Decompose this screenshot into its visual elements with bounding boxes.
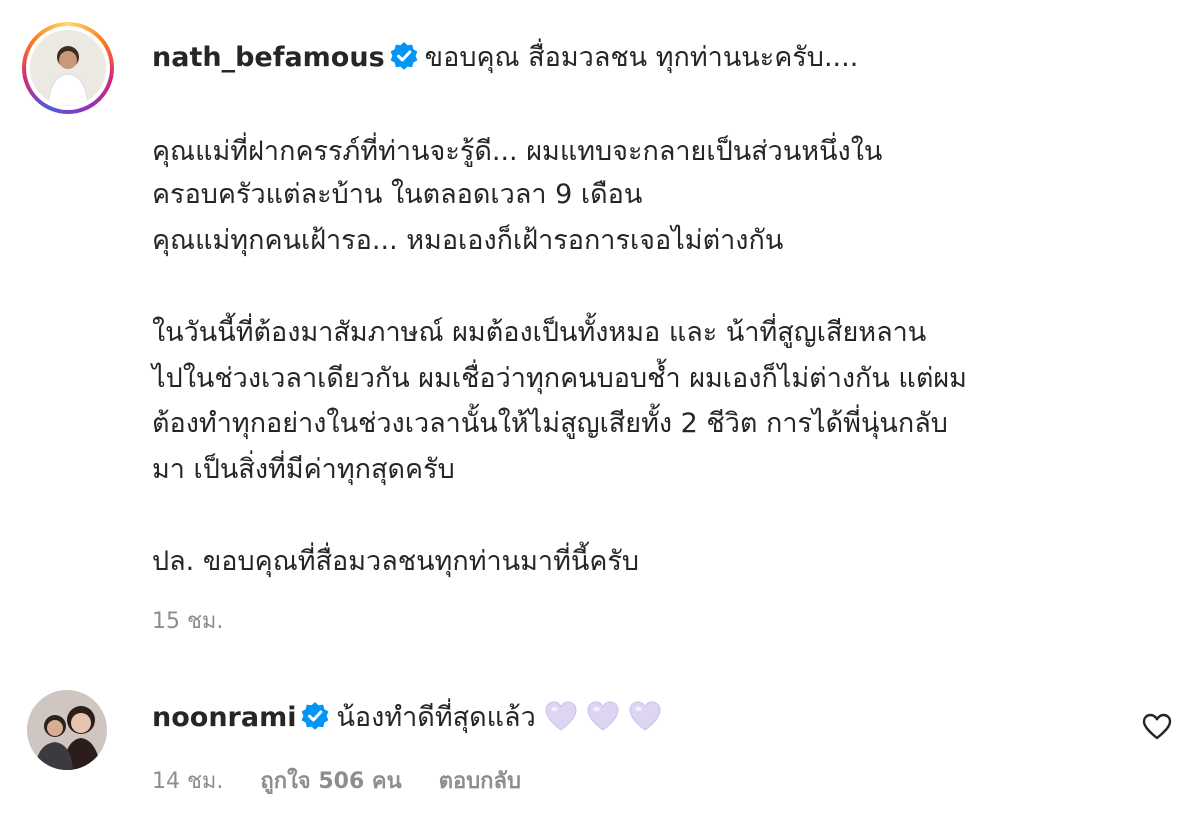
reply-timestamp[interactable]: 14 ชม. bbox=[152, 769, 223, 794]
post-text-line-6: ไปในช่วงเวลาเดียวกัน ผมเชื่อว่าทุกคนบอบช… bbox=[152, 363, 967, 394]
reply-author-avatar[interactable] bbox=[27, 690, 107, 770]
reply-likes-count[interactable]: ถูกใจ 506 คน bbox=[260, 769, 401, 794]
post-caption: nath_befamous ขอบคุณ สื่อมวลชน ทุกท่านนะค… bbox=[0, 0, 1200, 640]
post-text-line-8: มา เป็นสิ่งที่มีค่าทุกสุดครับ bbox=[152, 454, 455, 485]
light-purple-heart-icon bbox=[586, 700, 620, 732]
post-text-line-7: ต้องทำทุกอย่างในช่วงเวลานั้นให้ไม่สูญเสี… bbox=[152, 408, 948, 439]
post-first-line: nath_befamous ขอบคุณ สื่อมวลชน ทุกท่านนะค… bbox=[152, 38, 858, 78]
post-username[interactable]: nath_befamous bbox=[152, 42, 385, 73]
post-text-line-9: ปล. ขอบคุณที่สื่อมวลชนทุกท่านมาที่นี้ครั… bbox=[152, 546, 640, 577]
post-timestamp[interactable]: 15 ชม. bbox=[152, 609, 223, 634]
reply-text: น้องทำดีที่สุดแล้ว bbox=[336, 702, 536, 733]
light-purple-heart-icon bbox=[544, 700, 578, 732]
post-text-line-4: คุณแม่ทุกคนเฝ้ารอ... หมอเองก็เฝ้ารอการเจ… bbox=[152, 225, 784, 256]
post-text-line-5: ในวันนี้ที่ต้องมาสัมภาษณ์ ผมต้องเป็นทั้ง… bbox=[152, 317, 927, 348]
post-text-line-1: ขอบคุณ สื่อมวลชน ทุกท่านนะครับ.... bbox=[424, 42, 859, 73]
reply-button[interactable]: ตอบกลับ bbox=[439, 769, 521, 794]
verified-badge-icon bbox=[300, 701, 330, 731]
reply-username[interactable]: noonrami bbox=[152, 702, 296, 733]
post-author-avatar[interactable] bbox=[22, 22, 114, 114]
like-heart-icon[interactable] bbox=[1140, 710, 1174, 744]
reply-meta: 14 ชม. ถูกใจ 506 คน ตอบกลับ bbox=[152, 763, 551, 798]
verified-badge-icon bbox=[389, 41, 419, 71]
reply-emoji-group bbox=[536, 700, 662, 733]
light-purple-heart-icon bbox=[628, 700, 662, 732]
post-text-line-2: คุณแม่ที่ฝากครรภ์ที่ท่านจะรู้ดี... ผมแทบ… bbox=[152, 136, 883, 167]
post-text-line-3: ครอบครัวแต่ละบ้าน ในตลอดเวลา 9 เดือน bbox=[152, 179, 643, 210]
reply-comment: noonrami น้องทำดีที่สุดแล้ว 14 ชม. ถูกใจ … bbox=[0, 640, 1200, 820]
post-meta: 15 ชม. bbox=[152, 603, 253, 638]
reply-first-line: noonrami น้องทำดีที่สุดแล้ว bbox=[152, 698, 662, 738]
